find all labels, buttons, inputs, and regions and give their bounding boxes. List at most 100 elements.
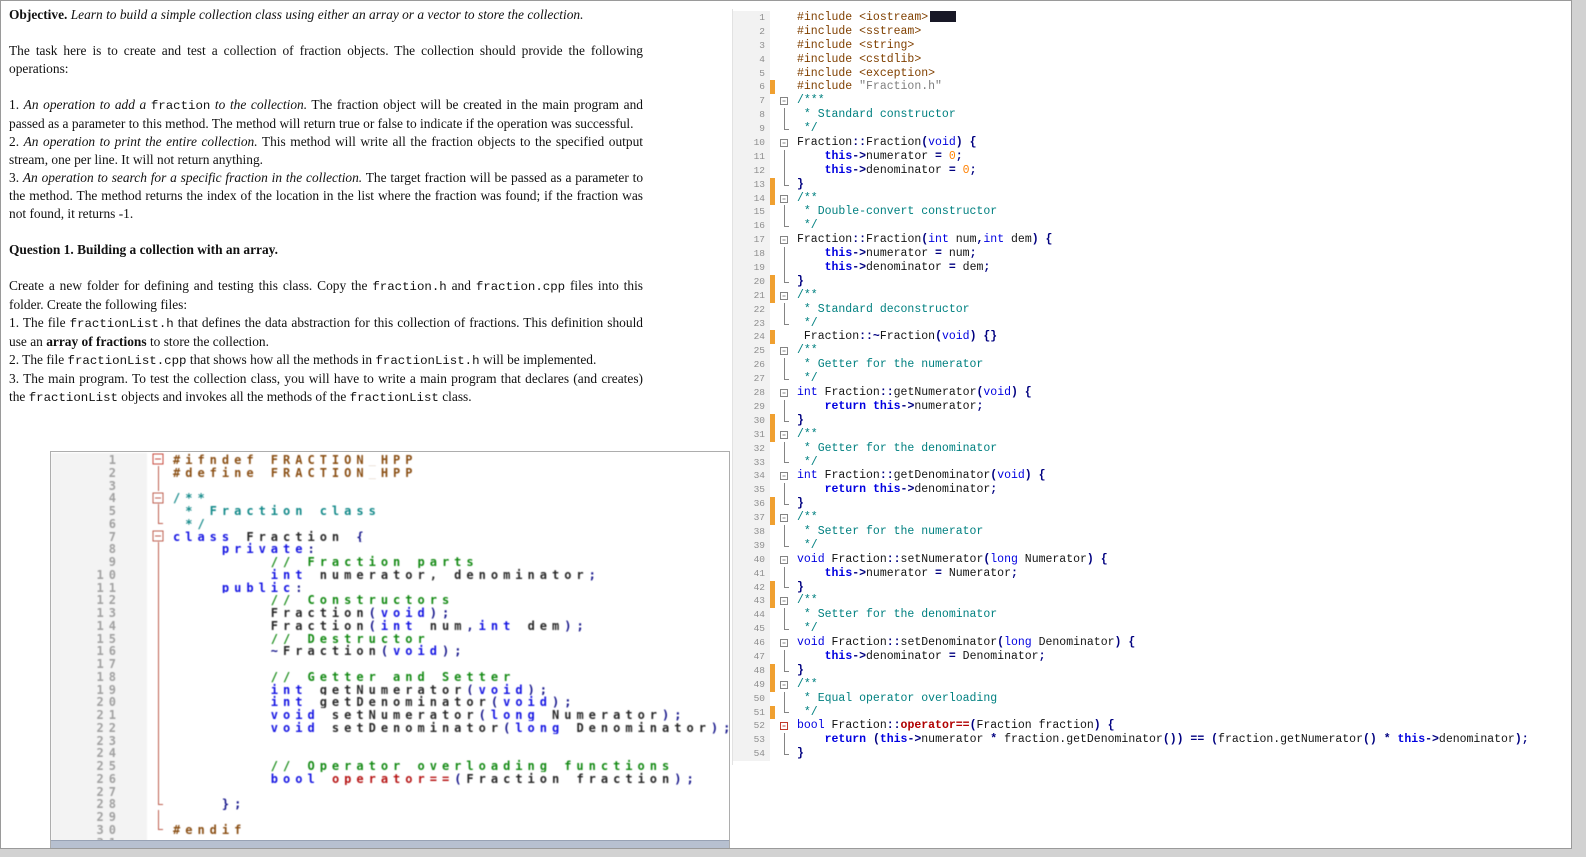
fold-line-marker — [775, 108, 793, 123]
fold-end-marker — [775, 455, 793, 470]
text-run: objects and invokes all the methods of t… — [117, 389, 350, 404]
fold-line-marker — [775, 358, 793, 373]
fold-line-marker — [775, 649, 793, 664]
code-token: */ — [797, 316, 818, 330]
code-token: Fraction — [797, 330, 860, 344]
code-line: 2 #define FRACTION_HPP — [51, 465, 729, 479]
code-line: 8 private: — [51, 542, 729, 555]
code-token: ); — [527, 682, 552, 696]
code-token: :: — [879, 386, 894, 400]
code-token: void — [797, 636, 825, 650]
text-run: to store the collection. — [146, 334, 269, 349]
code-token: denominator — [866, 649, 949, 663]
code-token: ; — [976, 399, 984, 413]
code-token: Fraction — [283, 644, 381, 657]
fold-end-marker — [775, 177, 793, 192]
line-number: 2 — [733, 24, 770, 39]
fold-collapse-icon — [147, 491, 169, 504]
code-line: 7 class Fraction { — [51, 529, 729, 543]
code-token: long — [1004, 636, 1032, 650]
code-token: :: — [886, 636, 901, 650]
text-run: fractionList — [28, 391, 118, 405]
code-token: */ — [797, 622, 818, 636]
code-token: #include <iostream> — [797, 11, 929, 24]
fold-line-marker — [147, 542, 169, 555]
code-token: getNumerator — [307, 682, 467, 696]
code-token: int — [797, 386, 818, 400]
selection-artifact — [930, 11, 957, 23]
code-token: void — [941, 330, 970, 344]
code-token: ); — [564, 618, 589, 632]
code-line: 20} — [733, 274, 1571, 289]
code-token: */ — [797, 372, 818, 386]
code-line: 29 — [51, 810, 729, 823]
fold-line-marker — [147, 720, 169, 734]
code-text: */ — [793, 219, 1571, 233]
code-token: /*** — [797, 94, 825, 108]
line-number: 39 — [733, 538, 770, 553]
text-run: 1. The file — [9, 315, 70, 330]
code-token: * Standard constructor — [797, 108, 956, 122]
fold-line-marker — [775, 399, 793, 414]
code-token: = — [935, 566, 949, 580]
fold-line-marker — [147, 478, 169, 492]
line-number: 26 — [51, 771, 147, 785]
code-token: ( — [368, 606, 381, 619]
code-line: 11 this->numerator = 0; — [733, 149, 1571, 164]
code-text: class Fraction { — [169, 530, 729, 543]
code-token: ( — [368, 618, 381, 632]
line-number: 43 — [733, 594, 770, 609]
code-line: 46 void Fraction::setDenominator(long Den… — [733, 636, 1571, 650]
line-number: 17 — [51, 657, 147, 670]
code-line: 52 bool Fraction::operator==(Fraction fra… — [733, 719, 1571, 734]
line-number: 6 — [51, 516, 147, 530]
code-token: /** — [797, 191, 818, 205]
fold-line-marker — [775, 163, 793, 178]
line-number: 23 — [733, 316, 770, 331]
code-text: Fraction::~Fraction(void) {} — [793, 330, 1571, 344]
line-number: 22 — [51, 720, 147, 734]
code-token: ); — [441, 644, 467, 657]
code-line: 49 /** — [733, 677, 1571, 692]
code-token: Denominator — [962, 649, 1039, 663]
code-line: 17 Fraction::Fraction(int num,int dem) { — [733, 233, 1571, 248]
code-token: Fraction — [817, 469, 880, 483]
code-token: Fraction — [866, 136, 922, 150]
fold-collapse-icon — [775, 233, 793, 247]
code-token: numerator, denominator — [307, 567, 589, 581]
fold-line-marker — [147, 465, 169, 479]
code-token: ( — [872, 733, 880, 747]
code-token: ); — [674, 771, 699, 785]
code-token: setDenominator — [900, 636, 998, 650]
code-token: int — [797, 469, 818, 483]
code-token: ); — [429, 606, 455, 619]
code-token: = — [948, 261, 963, 275]
code-text: // Destructor — [169, 632, 729, 645]
fold-line-marker — [147, 644, 169, 657]
code-token: getNumerator — [893, 386, 977, 400]
line-number: 13 — [733, 177, 770, 192]
line-number: 26 — [733, 358, 770, 373]
code-line: 5 #include <exception> — [733, 66, 1571, 81]
line-number: 29 — [51, 810, 147, 823]
code-text: Fraction::Fraction(void) { — [793, 136, 1571, 150]
code-token: = — [935, 247, 949, 261]
fold-end-marker — [775, 580, 793, 595]
fold-margin — [775, 80, 793, 94]
fold-collapse-icon — [775, 678, 793, 692]
code-line: 21 /** — [733, 288, 1571, 303]
code-token: #include <exception> — [797, 66, 936, 80]
line-number: 10 — [51, 567, 147, 581]
line-number: 4 — [733, 52, 770, 67]
code-text: */ — [793, 122, 1571, 136]
code-token: #include <string> — [797, 38, 915, 52]
code-token: ); — [662, 708, 687, 721]
code-line: 6 */ — [51, 516, 729, 530]
code-token: int — [270, 682, 308, 696]
code-line: 17 — [51, 657, 729, 670]
